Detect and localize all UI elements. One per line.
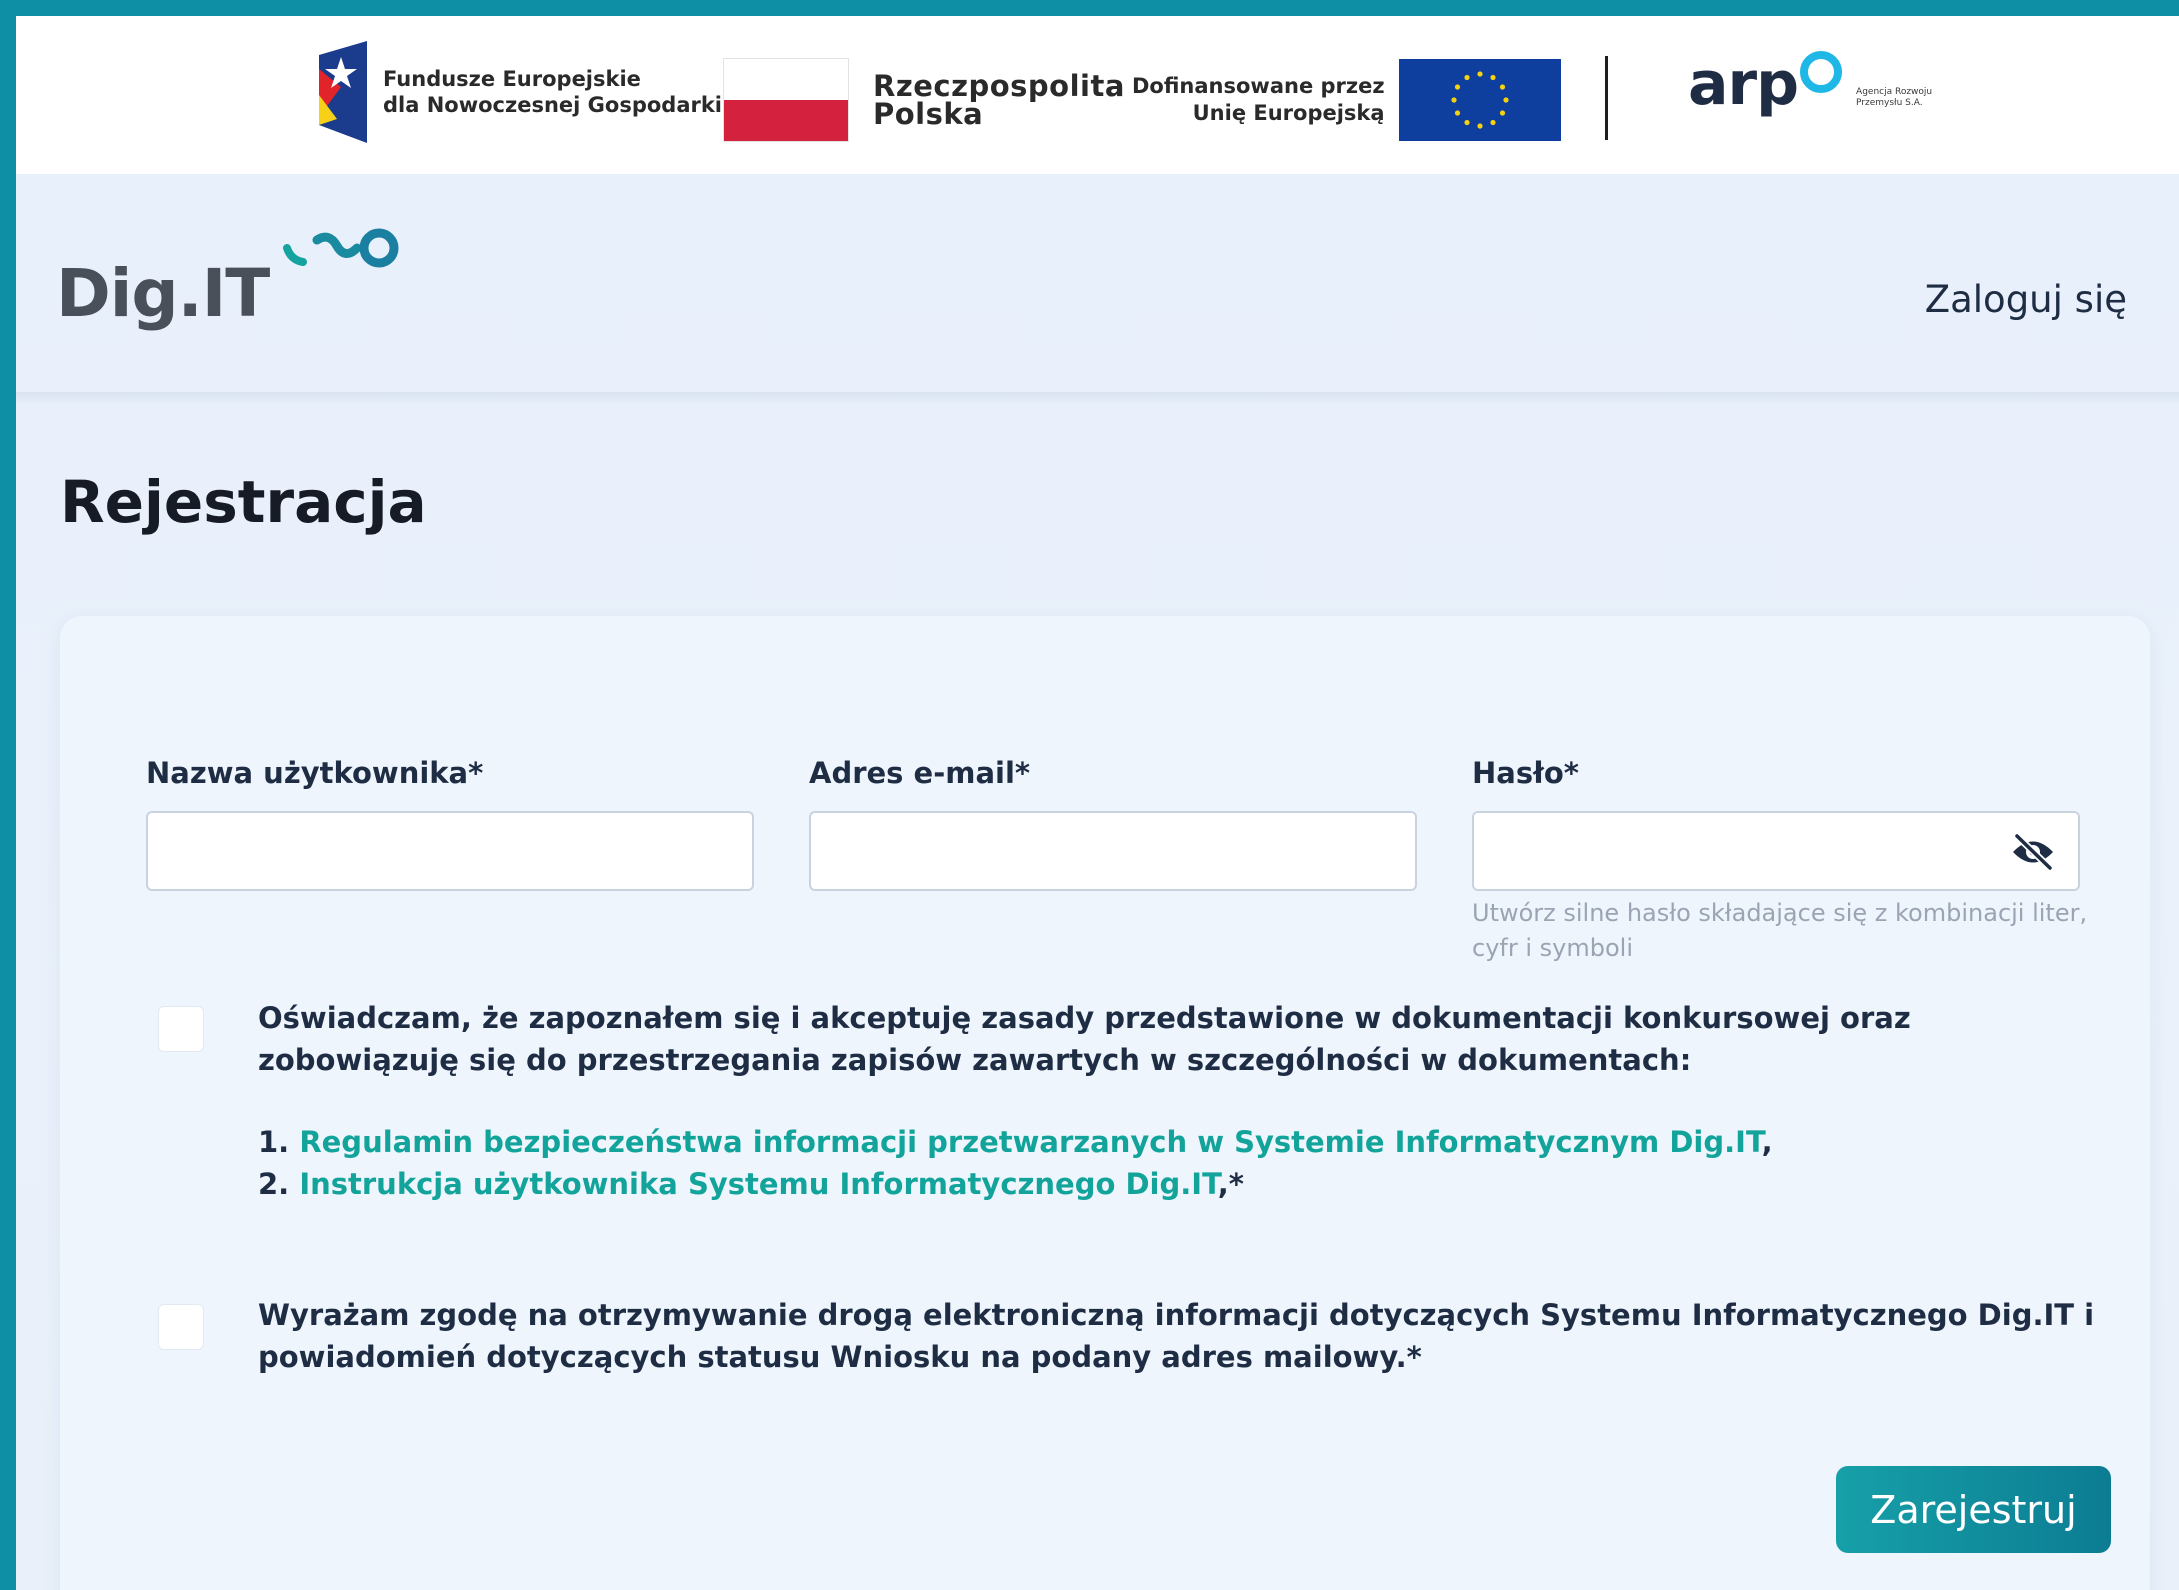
consent-terms-checkbox[interactable]: [158, 1006, 204, 1052]
rp-line1: Rzeczpospolita: [873, 69, 1125, 103]
arp-sub1: Agencja Rozwoju: [1856, 87, 1933, 97]
eu-logo-text: Dofinansowane przez Unię Europejską: [1132, 73, 1385, 127]
password-hint: Utwórz silne hasło składające się z komb…: [1472, 899, 2088, 962]
login-link[interactable]: Zaloguj się: [1925, 278, 2127, 321]
fe-line2: dla Nowoczesnej Gospodarki: [383, 93, 723, 117]
rzeczpospolita-polska-logo: Rzeczpospolita Polska: [723, 58, 1125, 142]
instrukcja-link[interactable]: Instrukcja użytkownika Systemu Informaty…: [299, 1167, 1217, 1201]
document-suffix: ,: [1761, 1125, 1773, 1159]
arp-subtitle: Agencja Rozwoju Przemysłu S.A.: [1856, 87, 1932, 109]
email-label: Adres e-mail*: [809, 756, 1031, 790]
sponsor-logo-bar: Fundusze Europejskie dla Nowoczesnej Gos…: [16, 16, 2179, 174]
registration-card: Nazwa użytkownika* Adres e-mail* Hasło* …: [60, 616, 2150, 1590]
eu-funding-logo: Dofinansowane przez Unię Europejską: [1132, 59, 1561, 141]
fe-logo-text: Fundusze Europejskie dla Nowoczesnej Gos…: [383, 66, 722, 118]
arp-sub2: Przemysłu S.A.: [1856, 98, 1923, 108]
consent-notifications-text: Wyrażam zgodę na otrzymywanie drogą elek…: [258, 1298, 2095, 1374]
document-suffix: ,*: [1217, 1167, 1244, 1201]
document-item: 2. Instrukcja użytkownika Systemu Inform…: [258, 1163, 2118, 1205]
dig-it-logo-icon: [283, 228, 399, 268]
documents-list: 1. Regulamin bezpieczeństwa informacji p…: [258, 1121, 2118, 1205]
document-number: 2.: [258, 1167, 290, 1201]
rp-logo-text: Rzeczpospolita Polska: [873, 69, 1125, 131]
logo-separator: [1605, 56, 1608, 140]
consent-terms-text: Oświadczam, że zapoznałem się i akceptuj…: [258, 1001, 1911, 1077]
fundusze-europejskie-logo: Fundusze Europejskie dla Nowoczesnej Gos…: [311, 41, 722, 143]
app-header: Dig.IT Zaloguj się: [16, 174, 2179, 392]
eu-flag-icon: [1398, 59, 1561, 141]
app-frame: Fundusze Europejskie dla Nowoczesnej Gos…: [16, 16, 2179, 1590]
rp-line2: Polska: [873, 97, 984, 131]
arp-wordmark: arp: [1688, 49, 1799, 119]
page-title: Rejestracja: [60, 468, 427, 536]
brand-logo[interactable]: Dig.IT: [56, 222, 411, 336]
fe-emblem-icon: [319, 41, 367, 143]
fe-line1: Fundusze Europejskie: [383, 67, 641, 91]
header-divider: [16, 392, 2179, 406]
password-input[interactable]: [1472, 811, 2080, 891]
brand-name: Dig.IT: [56, 255, 270, 332]
polish-flag-icon: [723, 58, 849, 142]
register-button[interactable]: Zarejestruj: [1836, 1466, 2111, 1553]
eu-line2: Unię Europejską: [1192, 101, 1385, 125]
username-input[interactable]: [146, 811, 754, 891]
document-item: 1. Regulamin bezpieczeństwa informacji p…: [258, 1121, 2118, 1163]
document-number: 1.: [258, 1125, 290, 1159]
consent-notifications-checkbox[interactable]: [158, 1304, 204, 1350]
eu-line1: Dofinansowane przez: [1132, 74, 1385, 98]
username-label: Nazwa użytkownika*: [146, 756, 484, 790]
regulamin-link[interactable]: Regulamin bezpieczeństwa informacji prze…: [299, 1125, 1761, 1159]
eye-slash-icon[interactable]: [2010, 833, 2056, 871]
arp-logo: arp Agencja Rozwoju Przemysłu S.A.: [1688, 49, 1932, 119]
password-label: Hasło*: [1472, 756, 1579, 790]
email-input[interactable]: [809, 811, 1417, 891]
arp-ring-icon: [1800, 51, 1843, 93]
